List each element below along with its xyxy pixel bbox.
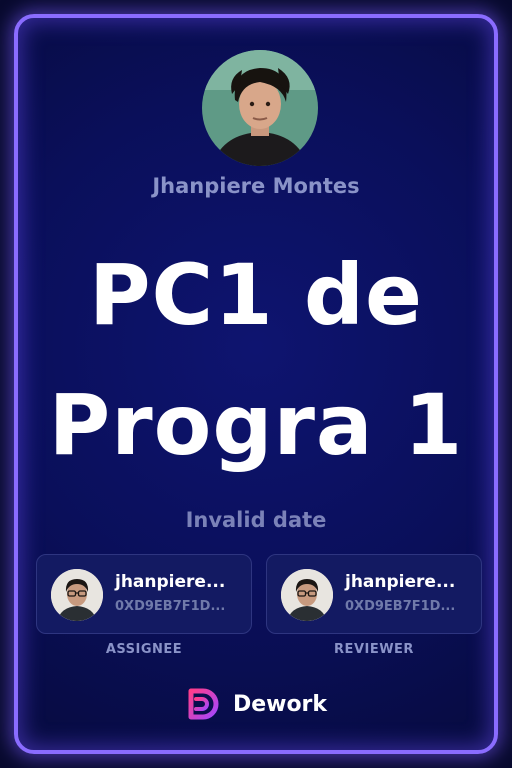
assignee-name: jhanpiere... [115,572,226,592]
reviewer-name: jhanpiere... [345,572,456,592]
assignee-avatar [51,569,103,621]
creator-name: Jhanpiere Montes [152,174,360,198]
task-card: Jhanpiere Montes PC1 de Progra 1 Invalid… [14,14,498,754]
task-title: PC1 de Progra 1 [48,246,464,474]
assignee-address: 0XD9EB7F1D... [115,599,226,614]
task-date: Invalid date [185,508,327,532]
brand[interactable]: Dework [18,686,494,722]
dework-logo-icon [188,688,219,720]
creator-avatar [202,50,318,166]
brand-name: Dework [232,691,328,717]
assignee-label: ASSIGNEE [105,642,183,657]
reviewer-avatar [281,569,333,621]
reviewer-address: 0XD9EB7F1D... [345,599,456,614]
reviewer-label: REVIEWER [334,642,414,657]
assignee-card[interactable]: jhanpiere... 0XD9EB7F1D... [36,554,252,634]
reviewer-card[interactable]: jhanpiere... 0XD9EB7F1D... [266,554,482,634]
